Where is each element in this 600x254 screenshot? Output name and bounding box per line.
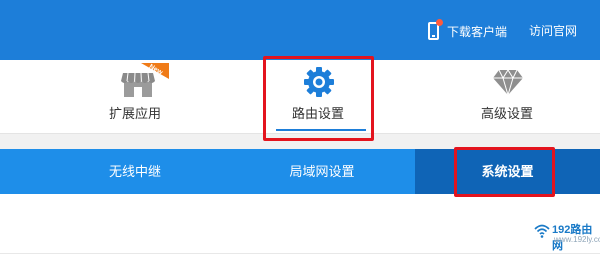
diamond-icon (493, 69, 523, 95)
feature-advanced-settings-label: 高级设置 (480, 106, 533, 121)
tab-lan-settings[interactable]: 局域网设置 (262, 149, 382, 194)
watermark-url: www.192ly.com (554, 235, 600, 244)
visit-official-site-link[interactable]: 访问官网 (529, 20, 577, 42)
feature-extension-apps[interactable]: New 扩展应用 (95, 60, 175, 133)
wifi-icon (534, 224, 550, 238)
content-area (0, 194, 600, 254)
router-settings-highlight-box (263, 56, 374, 141)
feature-extension-apps-label: 扩展应用 (108, 106, 161, 121)
feature-advanced-settings[interactable]: 高级设置 (465, 60, 549, 133)
download-client-label: 下载客户端 (447, 24, 508, 39)
watermark: 192路由网 www.192ly.com (534, 221, 600, 252)
notification-dot (436, 19, 443, 26)
download-client-link[interactable]: 下载客户端 (428, 19, 508, 42)
system-settings-highlight-box (454, 147, 555, 197)
tab-wireless-repeater[interactable]: 无线中继 (75, 149, 195, 194)
new-badge: New (141, 63, 169, 79)
top-header-bar: 下载客户端 访问官网 (0, 0, 600, 60)
mobile-phone-icon (428, 19, 443, 40)
